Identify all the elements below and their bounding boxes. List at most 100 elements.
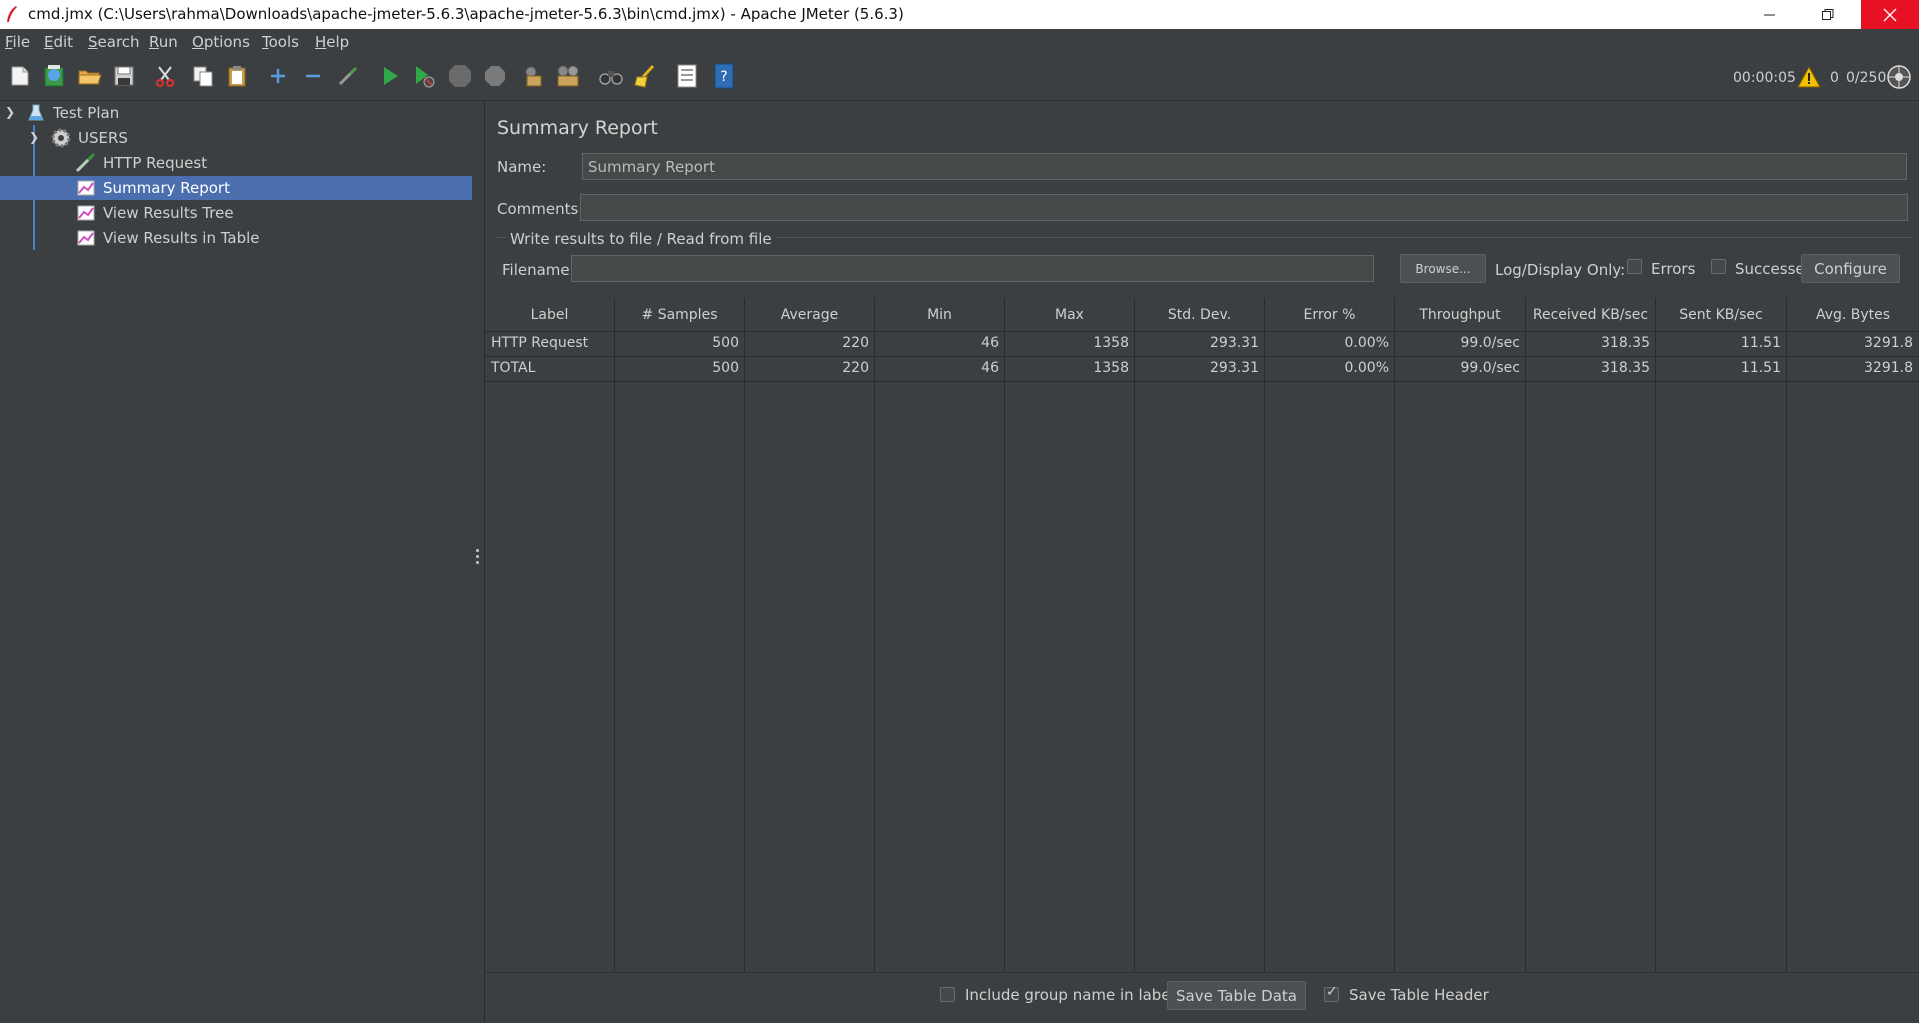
start-no-pauses-button[interactable] [410, 62, 438, 90]
expand-all-button[interactable] [264, 62, 292, 90]
broom-icon [634, 64, 655, 88]
cell-min: 46 [981, 335, 999, 351]
cell-avg-bytes: 3291.8 [1864, 360, 1913, 376]
plus-icon [271, 69, 285, 83]
function-helper-button[interactable] [673, 62, 701, 90]
tree-item-http-request[interactable]: HTTP Request [0, 151, 472, 175]
errors-checkbox[interactable] [1627, 259, 1642, 274]
chart-icon [77, 205, 95, 221]
tree-item-summary-report[interactable]: Summary Report [0, 176, 472, 200]
remote-globe-icon[interactable] [1886, 64, 1912, 90]
menu-run-mnemonic: R [149, 33, 159, 51]
summary-report-panel: Summary Report Name: Comments: Write res… [485, 101, 1919, 1022]
help-button[interactable]: ? [710, 62, 738, 90]
gear-icon [51, 128, 71, 148]
menu-options-label: ptions [203, 33, 250, 51]
play-icon [384, 67, 398, 85]
collapse-all-button[interactable] [299, 62, 327, 90]
minimize-button[interactable] [1741, 0, 1799, 29]
tree-item-view-results-tree[interactable]: View Results Tree [0, 201, 472, 225]
pipette-icon [75, 153, 96, 173]
split-pane-divider[interactable] [472, 101, 485, 1022]
menu-tools[interactable]: Tools [262, 33, 299, 51]
toolbar: ? 00:00:05 0 0/250 [0, 54, 1919, 101]
help-book-icon: ? [714, 63, 734, 89]
new-button[interactable] [6, 62, 34, 90]
stop-button[interactable] [446, 62, 474, 90]
filename-field[interactable] [571, 255, 1374, 282]
column-header-sent-kb[interactable]: Sent KB/sec [1656, 298, 1787, 331]
filename-label: Filename [502, 261, 570, 279]
column-header-label[interactable]: Label [485, 298, 615, 331]
comments-field[interactable] [580, 194, 1908, 221]
binoculars-icon [599, 71, 623, 85]
menu-help[interactable]: Help [315, 33, 349, 51]
column-header-average[interactable]: Average [745, 298, 875, 331]
copy-button[interactable] [189, 62, 217, 90]
column-divider [1786, 331, 1787, 972]
toggle-button[interactable] [334, 62, 362, 90]
clear-all-button[interactable] [554, 62, 582, 90]
active-threads: 0/250 [1846, 70, 1887, 86]
start-button[interactable] [376, 62, 404, 90]
column-header-max[interactable]: Max [1005, 298, 1135, 331]
tree-item-users[interactable]: ❯ USERS [0, 126, 472, 150]
column-header-min[interactable]: Min [875, 298, 1005, 331]
menu-file[interactable]: File [5, 33, 30, 51]
menu-search[interactable]: Search [88, 33, 140, 51]
column-divider [1134, 331, 1135, 972]
column-header-throughput[interactable]: Throughput [1395, 298, 1526, 331]
cell-throughput: 99.0/sec [1460, 360, 1521, 376]
search-button[interactable] [597, 62, 625, 90]
templates-button[interactable] [41, 62, 69, 90]
name-field[interactable] [582, 153, 1907, 180]
minimize-icon [1764, 14, 1775, 15]
column-header-std-dev[interactable]: Std. Dev. [1135, 298, 1265, 331]
close-icon [1883, 8, 1897, 21]
restore-button[interactable] [1799, 0, 1857, 29]
open-button[interactable] [76, 62, 104, 90]
chevron-down-icon[interactable]: ❯ [5, 105, 15, 119]
save-table-header-checkbox[interactable] [1324, 984, 1339, 1002]
cell-sent-kb: 11.51 [1740, 335, 1781, 351]
table-row[interactable]: HTTP Request 500 220 46 1358 293.31 0.00… [485, 331, 1919, 357]
configure-button[interactable]: Configure [1801, 254, 1900, 283]
cut-button[interactable] [151, 62, 179, 90]
paste-button[interactable] [223, 62, 251, 90]
column-header-error-percent[interactable]: Error % [1265, 298, 1395, 331]
open-folder-icon [78, 70, 102, 85]
reset-search-button[interactable] [632, 62, 660, 90]
copy-icon [193, 66, 213, 87]
column-header-received-kb[interactable]: Received KB/sec [1526, 298, 1656, 331]
table-row[interactable]: TOTAL 500 220 46 1358 293.31 0.00% 99.0/… [485, 356, 1919, 382]
menu-edit[interactable]: Edit [44, 33, 73, 51]
cell-received-kb: 318.35 [1601, 360, 1650, 376]
column-header-samples[interactable]: # Samples [615, 298, 745, 331]
cell-std-dev: 293.31 [1210, 335, 1259, 351]
jmeter-feather-icon [7, 6, 17, 22]
menu-run[interactable]: Run [149, 33, 178, 51]
menu-options-mnemonic: O [192, 33, 204, 51]
save-button[interactable] [110, 62, 138, 90]
tree-item-view-results-in-table[interactable]: View Results in Table [0, 226, 472, 250]
successes-checkbox[interactable] [1711, 259, 1726, 274]
menu-tools-mnemonic: T [262, 33, 269, 51]
cell-samples: 500 [712, 360, 739, 376]
page-title: Summary Report [497, 117, 658, 139]
chevron-down-icon[interactable]: ❯ [29, 130, 39, 144]
cell-sent-kb: 11.51 [1740, 360, 1781, 376]
menu-bar: File Edit Search Run Options Tools Help [0, 29, 1919, 54]
menu-options[interactable]: Options [192, 33, 250, 51]
browse-button[interactable]: Browse... [1400, 254, 1486, 283]
cell-received-kb: 318.35 [1601, 335, 1650, 351]
column-header-avg-bytes[interactable]: Avg. Bytes [1787, 298, 1919, 331]
menu-file-mnemonic: F [5, 33, 13, 51]
tree-item-test-plan[interactable]: ❯ Test Plan [0, 101, 472, 125]
clear-button[interactable] [520, 62, 548, 90]
close-button[interactable] [1861, 0, 1919, 29]
cell-min: 46 [981, 360, 999, 376]
warning-icon[interactable] [1797, 66, 1821, 88]
include-group-name-checkbox[interactable] [940, 987, 955, 1002]
shutdown-button[interactable] [481, 62, 509, 90]
save-table-data-button[interactable]: Save Table Data [1167, 981, 1306, 1010]
